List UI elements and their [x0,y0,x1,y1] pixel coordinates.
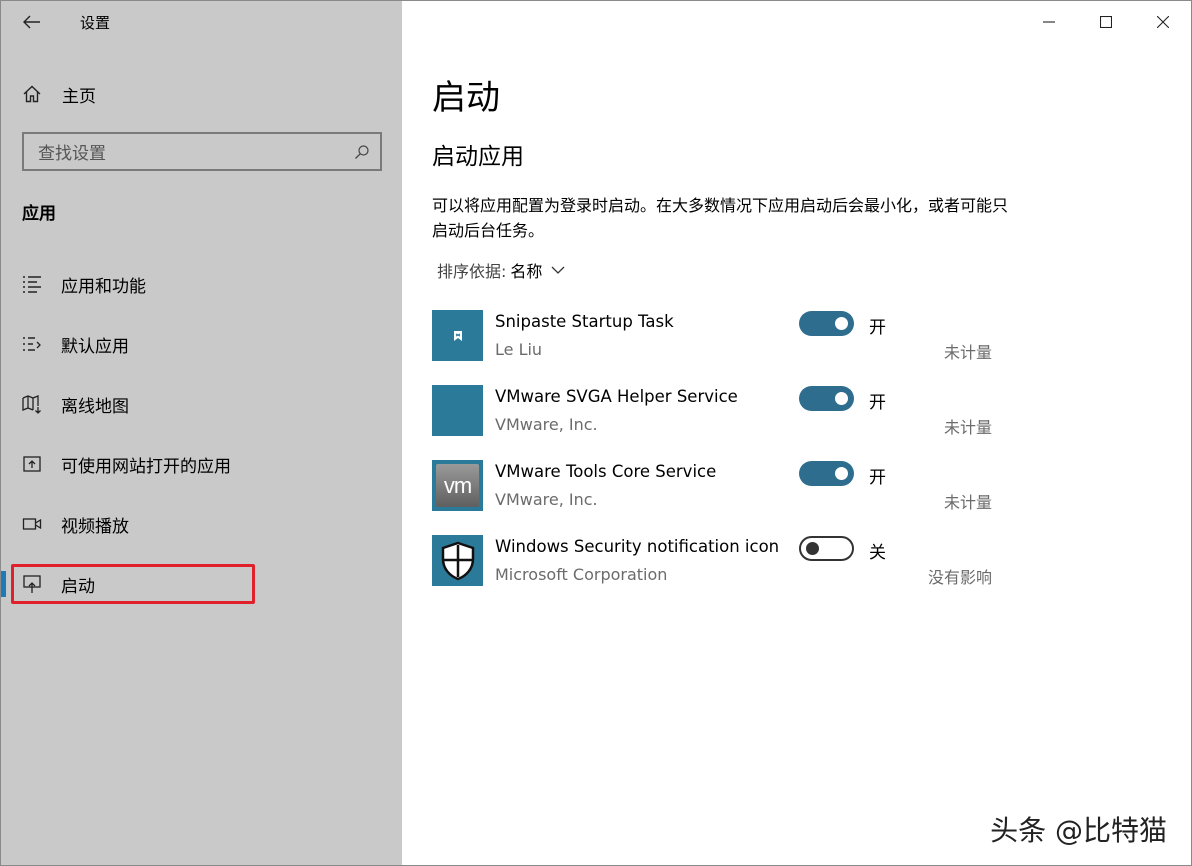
sidebar-item-offline-maps[interactable]: 离线地图 [1,384,402,424]
sidebar-item-label: 视频播放 [61,516,129,537]
app-name: VMware Tools Core Service [495,462,717,481]
main-content: 启动 启动应用 可以将应用配置为登录时启动。在大多数情况下应用启动后会最小化，或… [432,1,1172,866]
sidebar-item-default-apps[interactable]: 默认应用 [1,324,402,364]
chevron-down-icon [550,262,566,278]
startup-impact: 没有影响 [927,568,992,587]
highlight-annotation [11,564,255,604]
back-button[interactable] [15,7,49,37]
sidebar-home[interactable]: 主页 [21,81,96,107]
page-title: 启动 [432,78,500,118]
startup-impact: 未计量 [943,418,992,437]
sidebar-item-label: 应用和功能 [61,276,146,297]
app-name: Snipaste Startup Task [495,312,674,331]
app-name: VMware SVGA Helper Service [495,387,738,406]
section-title-apps: 应用 [22,204,56,224]
startup-toggle[interactable] [799,386,854,411]
toggle-state-label: 开 [869,318,886,338]
sidebar: 设置 主页 查找设置 应用 应用和功能 默认应用 离线地图 可使用网站打开的应用… [1,1,402,865]
toggle-state-label: 开 [869,468,886,488]
search-input[interactable]: 查找设置 [38,139,352,164]
sidebar-item-apps-for-websites[interactable]: 可使用网站打开的应用 [1,444,402,484]
apps-for-websites-icon [21,453,43,475]
startup-impact: 未计量 [943,343,992,362]
startup-app-row: Windows Security notification icon Micro… [432,535,1012,590]
startup-app-row: VMware SVGA Helper Service VMware, Inc. … [432,385,1012,440]
snipaste-app-icon [432,310,483,361]
window-title: 设置 [80,14,111,32]
toggle-knob [835,317,848,330]
toggle-state-label: 关 [869,543,886,563]
search-box[interactable]: 查找设置 [22,132,382,171]
default-apps-icon [21,333,43,355]
sidebar-item-video-playback[interactable]: 视频播放 [1,504,402,544]
startup-app-row: vm VMware Tools Core Service VMware, Inc… [432,460,1012,515]
shield-icon [441,541,474,580]
startup-app-row: Snipaste Startup Task Le Liu 开 未计量 [432,310,1012,365]
startup-toggle[interactable] [799,311,854,336]
app-publisher: VMware, Inc. [495,490,598,509]
app-publisher: Le Liu [495,340,543,359]
home-icon [21,83,43,105]
windows-security-app-icon [432,535,483,586]
startup-toggle[interactable] [799,536,854,561]
startup-impact: 未计量 [943,493,992,512]
sort-dropdown[interactable]: 排序依据: 名称 [437,258,566,282]
settings-window: 设置 主页 查找设置 应用 应用和功能 默认应用 离线地图 可使用网站打开的应用… [0,0,1192,866]
video-playback-icon [21,513,43,535]
apps-features-icon [21,273,43,295]
search-icon[interactable] [352,142,372,162]
sort-label: 排序依据: [437,262,507,281]
app-publisher: Microsoft Corporation [495,565,668,584]
startup-toggle[interactable] [799,461,854,486]
vmware-logo-text: vm [443,472,472,498]
app-name: Windows Security notification icon [495,537,780,556]
toggle-knob [806,542,819,555]
sidebar-item-apps-features[interactable]: 应用和功能 [1,264,402,304]
watermark: 头条 @比特猫 [990,814,1167,847]
toggle-knob [835,467,848,480]
sidebar-home-label: 主页 [62,86,96,107]
vmware-tools-app-icon: vm [432,460,483,511]
section-subtitle: 启动应用 [432,144,524,170]
sidebar-item-label: 默认应用 [61,336,129,357]
sort-value: 名称 [510,262,543,281]
sidebar-item-label: 可使用网站打开的应用 [61,456,231,477]
vmware-svga-app-icon [432,385,483,436]
toggle-knob [835,392,848,405]
toggle-state-label: 开 [869,393,886,413]
back-arrow-icon [23,15,40,29]
offline-maps-icon [21,393,43,415]
sidebar-item-label: 离线地图 [61,396,129,417]
app-publisher: VMware, Inc. [495,415,598,434]
description-text: 可以将应用配置为登录时启动。在大多数情况下应用启动后会最小化，或者可能只启动后台… [432,196,1009,240]
